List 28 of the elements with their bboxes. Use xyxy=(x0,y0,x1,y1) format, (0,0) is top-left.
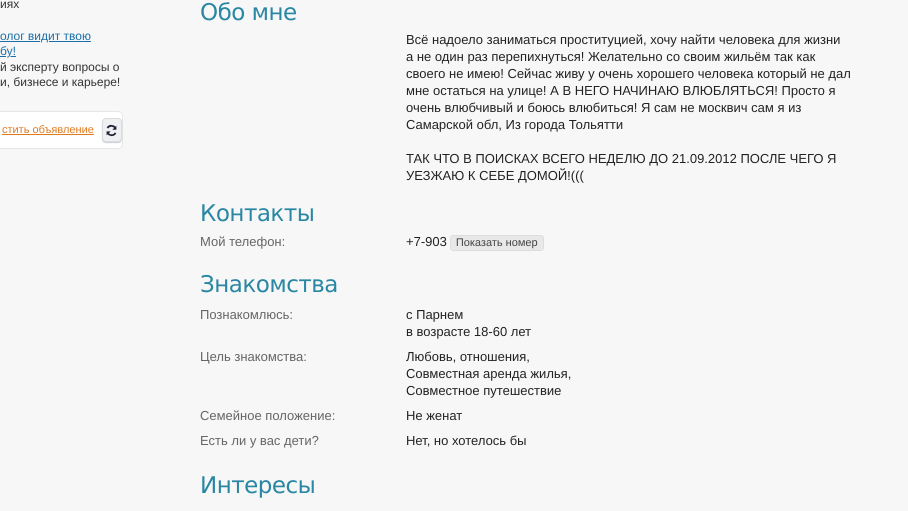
section-heading: Интересы xyxy=(200,472,316,500)
field-value: с Парнем xyxy=(406,306,464,323)
field-label: Мой телефон: xyxy=(200,233,286,251)
section-heading: Контакты xyxy=(200,200,316,228)
field-label: Есть ли у вас дети? xyxy=(200,432,320,449)
field-label: Познакомлюсь: xyxy=(200,306,294,324)
field-value: в возрасте 18-60 лет xyxy=(406,322,532,340)
field-value: Совместная аренда жилья, xyxy=(406,364,572,382)
refresh-icon xyxy=(105,124,118,136)
field-value: Совместное путешествие xyxy=(406,382,562,399)
phone-number: +7-903 xyxy=(406,234,447,249)
field-label: Семейное положение: xyxy=(200,406,336,424)
post-ad-link[interactable]: стить объявление xyxy=(2,122,94,138)
field-value: Не женат xyxy=(406,406,464,424)
field-value: Нет, но хотелось бы xyxy=(406,432,528,449)
sidebar-link[interactable]: бу! xyxy=(0,44,200,59)
promo-text: и, бизнесе и карьере! xyxy=(0,75,122,90)
section-heading: Обо мне xyxy=(200,0,298,27)
about-text: ТАК ЧТО В ПОИСКАХ ВСЕГО НЕДЕЛЮ ДО 21.09.2012 ПОСЛЕ ЧЕГО Я УЕЗЖАЮ К СЕБЕ ДОМОЙ!((( xyxy=(406,150,838,184)
sidebar-link[interactable]: олог видит твою xyxy=(0,29,200,44)
show-number-button[interactable]: Показать номер xyxy=(450,234,544,251)
about-text: Всё надоело заниматься проституцией, хочу найти человека для жизни а не один раз перепихнуться! Желательно со своим жильём так как своего не имею! Сейчас живу у очень хорошего человека который не дал мне остаться на улице! А В НЕГО НАЧИНАЮ ВЛЮБЛЯТЬСЯ! Просто я очень влюбчивый и боюсь влюбиться! Я сам не москвич сам я из Самарской обл, Из города Тольятти xyxy=(406,31,851,133)
field-value: Любовь, отношения, xyxy=(406,348,531,365)
sidebar-text: иях xyxy=(0,0,20,12)
refresh-button[interactable] xyxy=(102,118,122,142)
promo-text: й эксперту вопросы о xyxy=(0,60,120,75)
section-heading: Знакомства xyxy=(200,270,339,299)
field-label: Цель знакомства: xyxy=(200,348,308,366)
